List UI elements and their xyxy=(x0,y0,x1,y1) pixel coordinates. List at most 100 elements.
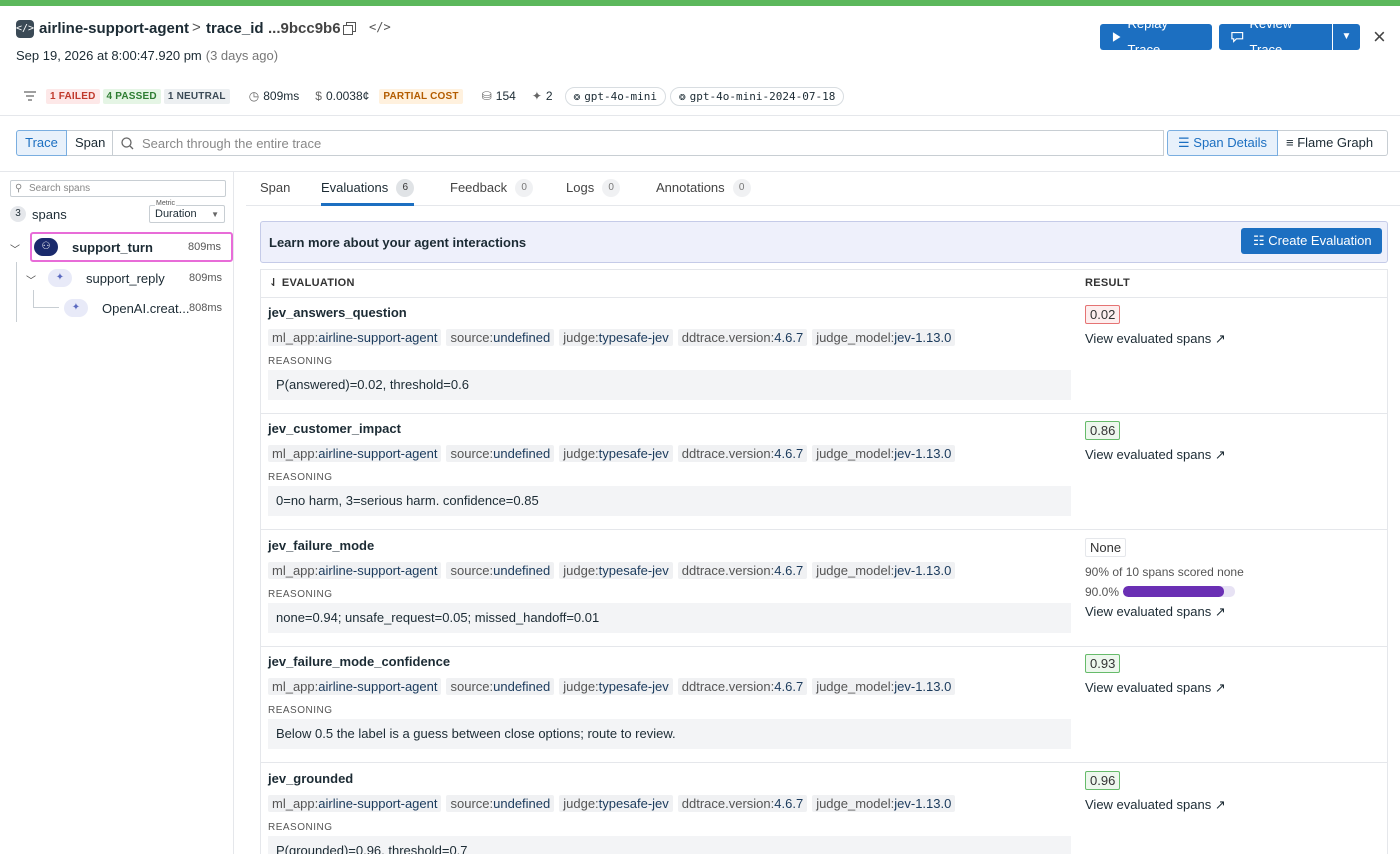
span-node-openai-create[interactable]: ✦ OpenAI.creat... 808ms xyxy=(62,295,232,321)
tab-span-detail[interactable]: Span xyxy=(260,180,290,206)
review-trace-button[interactable]: Review Trace xyxy=(1219,16,1332,57)
view-evaluated-spans-link[interactable]: View evaluated spans ↗ xyxy=(1085,680,1226,696)
tab-evaluations[interactable]: Evaluations 6 xyxy=(321,179,415,206)
evaluation-name: jev_failure_mode xyxy=(268,537,375,553)
coin-icon: $ xyxy=(315,89,322,103)
list-icon: ☰ xyxy=(1178,135,1194,150)
evaluation-tag[interactable]: ml_app:airline-support-agent xyxy=(268,445,442,463)
reasoning-label: REASONING xyxy=(268,356,333,367)
tab-count: 0 xyxy=(515,179,534,197)
evaluation-tag[interactable]: ml_app:airline-support-agent xyxy=(268,794,442,812)
evaluation-tag[interactable]: ml_app:airline-support-agent xyxy=(268,329,442,346)
evaluation-tag[interactable]: ddtrace.version:4.6.7 xyxy=(677,445,808,463)
chevron-down-icon: ▼ xyxy=(211,210,219,219)
evaluation-tag[interactable]: ml_app:airline-support-agent xyxy=(268,561,442,579)
trace-search-input[interactable]: Search through the entire trace xyxy=(113,130,1164,156)
evaluation-tag[interactable]: judge_model:jev-1.13.0 xyxy=(812,794,956,812)
span-node-support-turn[interactable]: ⚇ support_turn 809ms xyxy=(30,232,233,262)
span-details-button[interactable]: ☰ Span Details xyxy=(1167,130,1278,156)
evaluation-tag[interactable]: ddtrace.version:4.6.7 xyxy=(677,561,808,579)
result-score-badge: 0.02 xyxy=(1085,305,1121,324)
evaluation-tags: ml_app:airline-support-agent source:undef… xyxy=(268,794,956,812)
tab-count: 6 xyxy=(396,179,415,197)
evaluation-tag[interactable]: judge:typesafe-jev xyxy=(559,794,673,812)
evaluation-name: jev_customer_impact xyxy=(268,421,401,437)
replay-trace-button[interactable]: Replay Trace xyxy=(1100,16,1212,57)
tab-logs[interactable]: Logs 0 xyxy=(566,179,621,206)
tag-value: 4.6.7 xyxy=(774,330,804,345)
evaluation-tag[interactable]: ddtrace.version:4.6.7 xyxy=(677,678,808,696)
flame-graph-button[interactable]: ≡ Flame Graph xyxy=(1278,130,1388,156)
filter-list-icon xyxy=(24,91,36,101)
database-icon: ⛁ xyxy=(481,89,492,103)
metric-select[interactable]: Metric Duration ▼ xyxy=(149,200,225,223)
evaluation-tag[interactable]: source:undefined xyxy=(446,329,555,346)
evaluation-tag[interactable]: source:undefined xyxy=(446,794,555,812)
collapse-chevron-icon[interactable]: ﹀ xyxy=(26,272,36,287)
span-node-support-reply[interactable]: ✦ support_reply 809ms xyxy=(46,265,232,291)
evaluation-tag[interactable]: judge:typesafe-jev xyxy=(559,561,673,579)
evaluation-tag[interactable]: judge:typesafe-jev xyxy=(559,445,673,463)
sort-icon: ⇃ xyxy=(269,277,282,289)
evaluation-tag[interactable]: judge_model:jev-1.13.0 xyxy=(812,561,956,579)
create-evaluation-button[interactable]: ☷ Create Evaluation xyxy=(1241,228,1382,254)
tag-key: source: xyxy=(450,679,494,695)
result-score-badge: 0.96 xyxy=(1085,770,1121,790)
evaluation-tag[interactable]: ddtrace.version:4.6.7 xyxy=(677,329,808,346)
evaluation-tag[interactable]: source:undefined xyxy=(446,561,555,579)
replay-trace-label: Replay Trace xyxy=(1127,16,1168,57)
tag-key: ddtrace.version: xyxy=(681,446,775,462)
tag-value: airline-support-agent xyxy=(318,795,438,811)
close-icon[interactable]: × xyxy=(1373,24,1386,50)
metric-value: Duration xyxy=(155,208,197,220)
view-evaluated-spans-link[interactable]: View evaluated spans ↗ xyxy=(1085,604,1226,620)
tag-key: ml_app: xyxy=(272,562,319,578)
model-name: gpt-4o-mini-2024-07-18 xyxy=(689,89,836,103)
tab-feedback[interactable]: Feedback 0 xyxy=(450,179,534,206)
cost-stat: $0.0038¢ xyxy=(315,89,369,103)
reasoning-label: REASONING xyxy=(268,821,333,833)
app-name[interactable]: airline-support-agent xyxy=(39,20,189,37)
collapse-chevron-icon[interactable]: ﹀ xyxy=(10,241,20,256)
evaluation-name: jev_failure_mode_confidence xyxy=(268,654,451,670)
tag-value: typesafe-jev xyxy=(598,330,669,345)
tag-key: judge: xyxy=(563,795,599,811)
play-icon xyxy=(1112,32,1121,42)
evaluation-tag[interactable]: judge:typesafe-jev xyxy=(559,678,673,696)
evaluation-tag[interactable]: ml_app:airline-support-agent xyxy=(268,678,442,696)
tab-label: Annotations xyxy=(656,180,725,195)
passed-badge[interactable]: 4 PASSED xyxy=(102,88,161,104)
tag-key: judge: xyxy=(563,330,599,345)
failed-badge[interactable]: 1 FAILED xyxy=(46,88,100,104)
model-pill[interactable]: ❂ gpt-4o-mini xyxy=(564,86,667,106)
evaluation-tag[interactable]: source:undefined xyxy=(446,445,555,463)
review-dropdown-caret-icon[interactable]: ▼ xyxy=(1333,24,1360,50)
evaluation-tag[interactable]: ddtrace.version:4.6.7 xyxy=(677,794,808,812)
column-header-evaluation[interactable]: ⇃ EVALUATION xyxy=(269,270,355,297)
copy-icon[interactable] xyxy=(343,22,356,35)
breadcrumb-separator: > xyxy=(192,19,201,36)
tag-key: source: xyxy=(450,330,494,345)
view-evaluated-spans-link[interactable]: View evaluated spans ↗ xyxy=(1085,447,1226,463)
evaluation-tag[interactable]: judge_model:jev-1.13.0 xyxy=(812,445,956,463)
tag-value: airline-support-agent xyxy=(318,562,438,578)
view-code-icon[interactable]: </> xyxy=(369,20,391,34)
model-pill[interactable]: ❂ gpt-4o-mini-2024-07-18 xyxy=(670,86,845,106)
tag-key: ddtrace.version: xyxy=(681,679,775,695)
evaluation-tag[interactable]: judge_model:jev-1.13.0 xyxy=(812,329,956,346)
view-evaluated-spans-link[interactable]: View evaluated spans ↗ xyxy=(1085,797,1226,813)
evaluation-tag[interactable]: judge:typesafe-jev xyxy=(559,329,673,346)
column-header-result[interactable]: RESULT xyxy=(1085,270,1130,297)
evaluation-tag[interactable]: judge_model:jev-1.13.0 xyxy=(812,678,956,696)
span-tree-panel: ⚲ Search spans 3 spans Metric Duration ▼… xyxy=(0,172,234,854)
evaluation-tag[interactable]: source:undefined xyxy=(446,678,555,696)
search-spans-input[interactable]: ⚲ Search spans xyxy=(10,180,226,197)
duration-value: 809ms xyxy=(263,89,300,103)
neutral-badge[interactable]: 1 NEUTRAL xyxy=(163,88,230,104)
tag-value: undefined xyxy=(493,330,551,345)
tab-trace[interactable]: Trace xyxy=(16,130,67,156)
view-evaluated-spans-link[interactable]: View evaluated spans ↗ xyxy=(1085,331,1226,347)
tab-span[interactable]: Span xyxy=(67,130,113,156)
external-link-icon: ↗ xyxy=(1211,680,1226,696)
tab-annotations[interactable]: Annotations 0 xyxy=(656,179,751,206)
